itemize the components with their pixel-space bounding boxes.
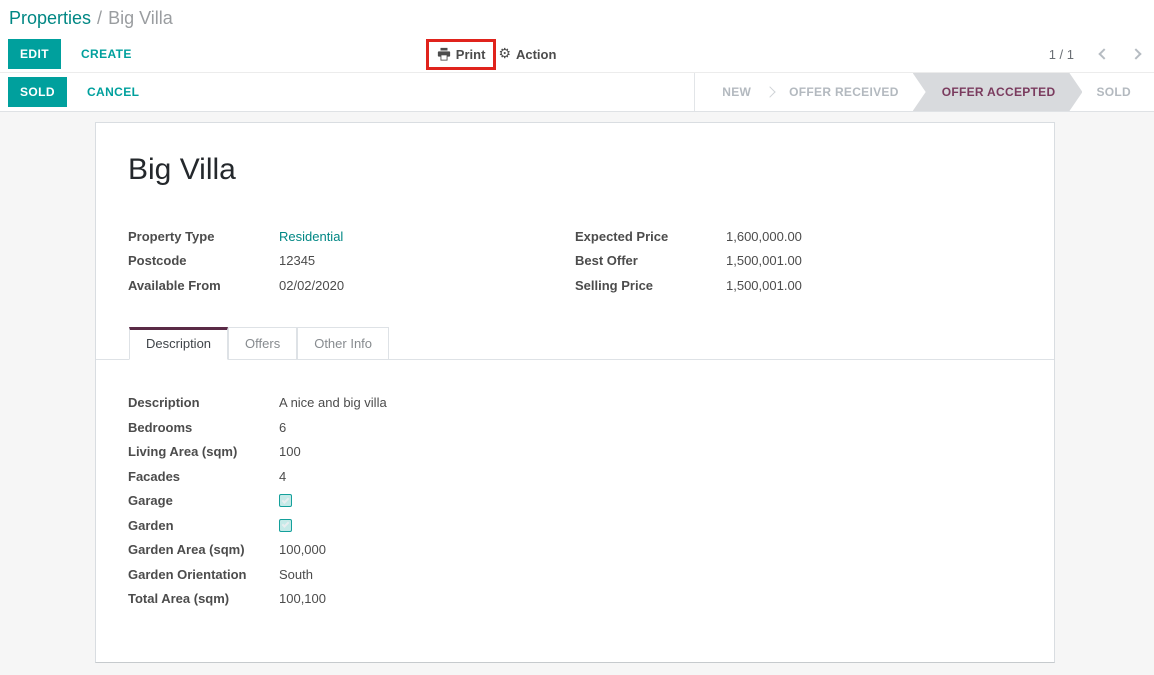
field-label: Property Type: [128, 229, 279, 244]
field-value: 02/02/2020: [279, 278, 344, 293]
cancel-button[interactable]: CANCEL: [81, 84, 145, 100]
field-row-available-from: Available From02/02/2020: [128, 273, 575, 298]
breadcrumb-separator: /: [97, 8, 102, 29]
field-row-expected-price: Expected Price1,600,000.00: [575, 224, 1022, 249]
field-label: Garden Orientation: [128, 567, 279, 582]
field-row-best-offer: Best Offer1,500,001.00: [575, 249, 1022, 274]
field-value: 12345: [279, 253, 315, 268]
tab-other-info[interactable]: Other Info: [297, 327, 389, 360]
sold-button[interactable]: SOLD: [8, 77, 67, 107]
breadcrumb: Properties / Big Villa: [0, 0, 1154, 36]
field-row-living-area-sqm-: Living Area (sqm)100: [128, 440, 1022, 465]
field-row-garden-orientation: Garden OrientationSouth: [128, 562, 1022, 587]
field-value: 100: [279, 444, 301, 459]
status-steps: NEW OFFER RECEIVEDOFFER ACCEPTEDSOLD: [694, 73, 1154, 111]
print-button[interactable]: Print: [435, 43, 488, 66]
field-row-garage: Garage: [128, 489, 1022, 514]
check-icon: [282, 496, 290, 504]
check-icon: [282, 520, 290, 528]
field-value[interactable]: Residential: [279, 229, 343, 244]
tab-description[interactable]: Description: [129, 327, 228, 360]
breadcrumb-current: Big Villa: [108, 8, 173, 29]
field-row-total-area-sqm-: Total Area (sqm)100,100: [128, 587, 1022, 612]
pager: 1 / 1: [1049, 47, 1140, 62]
checkbox-garden[interactable]: [279, 519, 292, 532]
gear-icon: ⚙: [498, 47, 511, 61]
field-label: Description: [128, 395, 279, 410]
status-step-offer-accepted[interactable]: OFFER ACCEPTED: [913, 73, 1083, 111]
field-row-postcode: Postcode12345: [128, 249, 575, 274]
pager-counter: 1 / 1: [1049, 47, 1074, 62]
toolbar-center: Print ⚙ Action: [426, 39, 559, 70]
print-highlight-annotation: Print: [426, 39, 497, 70]
step-separator-icon: [764, 86, 775, 97]
field-label: Postcode: [128, 253, 279, 268]
field-value: 4: [279, 469, 286, 484]
tab-offers[interactable]: Offers: [228, 327, 297, 360]
field-row-description: DescriptionA nice and big villa: [128, 391, 1022, 416]
page-title: Big Villa: [128, 153, 1022, 187]
field-value: 100,000: [279, 542, 326, 557]
field-label: Best Offer: [575, 253, 726, 268]
content-area: Big Villa Property TypeResidentialPostco…: [0, 112, 1154, 675]
field-value: 1,600,000.00: [726, 229, 802, 244]
status-step-sold[interactable]: SOLD: [1083, 73, 1144, 111]
action-button[interactable]: ⚙ Action: [496, 43, 558, 66]
field-row-garden: Garden: [128, 513, 1022, 538]
field-row-selling-price: Selling Price1,500,001.00: [575, 273, 1022, 298]
edit-button[interactable]: EDIT: [8, 39, 61, 69]
form-card: Big Villa Property TypeResidentialPostco…: [95, 122, 1055, 663]
field-label: Bedrooms: [128, 420, 279, 435]
pager-next-icon[interactable]: [1130, 48, 1141, 59]
field-column-right: Expected Price1,600,000.00Best Offer1,50…: [575, 224, 1022, 298]
status-step-new[interactable]: NEW: [709, 73, 764, 111]
control-panel: EDIT CREATE Print ⚙ Action 1 / 1: [0, 36, 1154, 72]
tab-content-description: DescriptionA nice and big villaBedrooms6…: [128, 360, 1022, 612]
field-value: 1,500,001.00: [726, 253, 802, 268]
statusbar: SOLD CANCEL NEW OFFER RECEIVEDOFFER ACCEP…: [0, 72, 1154, 112]
field-label: Garage: [128, 493, 279, 508]
status-step-offer-received[interactable]: OFFER RECEIVED: [776, 73, 912, 111]
field-label: Total Area (sqm): [128, 591, 279, 606]
notebook-tabs: DescriptionOffersOther Info: [96, 327, 1054, 360]
printer-icon: [437, 47, 451, 61]
field-label: Living Area (sqm): [128, 444, 279, 459]
field-row-facades: Facades4: [128, 464, 1022, 489]
field-label: Garden Area (sqm): [128, 542, 279, 557]
field-row-bedrooms: Bedrooms6: [128, 415, 1022, 440]
field-group-top: Property TypeResidentialPostcode12345Ava…: [128, 224, 1022, 298]
field-label: Garden: [128, 518, 279, 533]
field-row-property-type: Property TypeResidential: [128, 224, 575, 249]
create-button[interactable]: CREATE: [75, 46, 138, 62]
field-label: Expected Price: [575, 229, 726, 244]
field-row-garden-area-sqm-: Garden Area (sqm)100,000: [128, 538, 1022, 563]
field-value: South: [279, 567, 313, 582]
field-value: 1,500,001.00: [726, 278, 802, 293]
field-label: Available From: [128, 278, 279, 293]
print-button-label: Print: [456, 47, 486, 62]
field-value: A nice and big villa: [279, 395, 387, 410]
pager-previous-icon[interactable]: [1098, 48, 1109, 59]
field-value: 6: [279, 420, 286, 435]
action-button-label: Action: [516, 47, 556, 62]
field-value: 100,100: [279, 591, 326, 606]
field-label: Facades: [128, 469, 279, 484]
field-column-left: Property TypeResidentialPostcode12345Ava…: [128, 224, 575, 298]
breadcrumb-parent-link[interactable]: Properties: [9, 8, 91, 29]
checkbox-garage[interactable]: [279, 494, 292, 507]
field-label: Selling Price: [575, 278, 726, 293]
